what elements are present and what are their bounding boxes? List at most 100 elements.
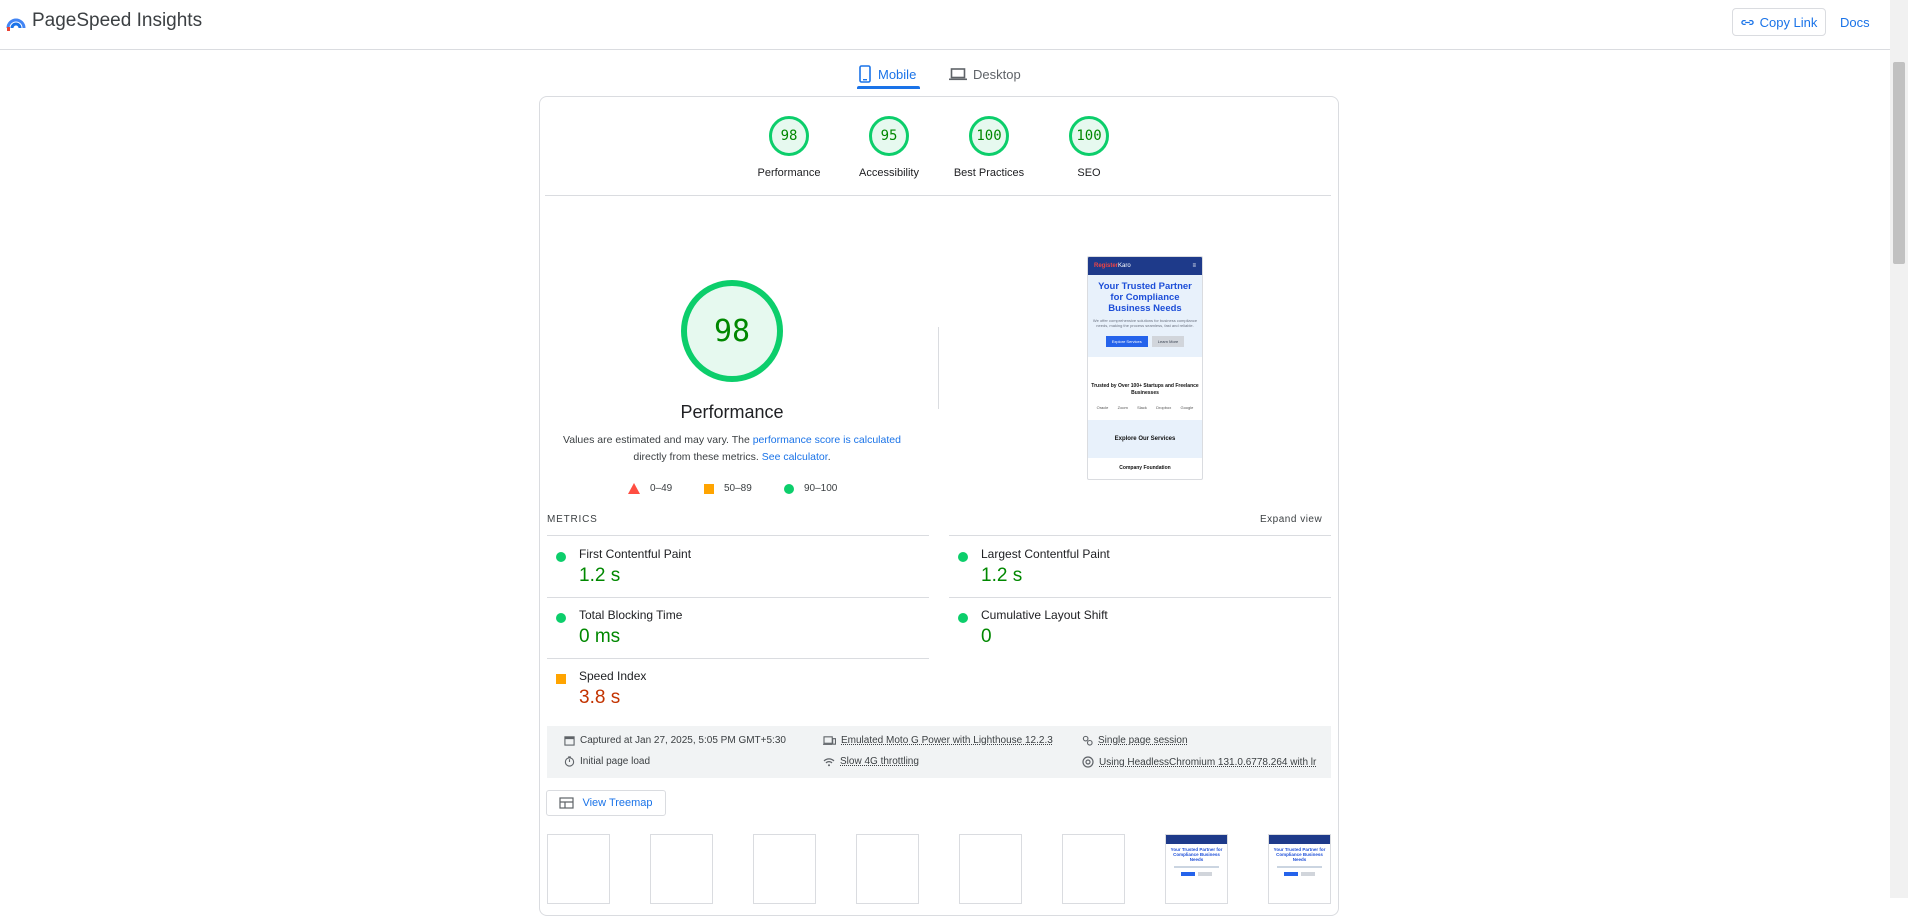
browser-text: Using HeadlessChromium 131.0.6778.264 wi… [1099, 756, 1317, 768]
divider [949, 535, 1331, 536]
category-score-gauge: 95 [869, 116, 909, 156]
screenshot-navbar: RegisterKaro ≡ [1088, 257, 1202, 275]
metric-value: 0 ms [579, 626, 621, 647]
pass-circle-icon [556, 552, 566, 562]
frame-heading: Your Trusted Partner for Compliance Busi… [1170, 847, 1223, 862]
screenshot-subtext: We offer comprehensive solutions for bus… [1092, 318, 1198, 328]
throttling-text: Slow 4G throttling [840, 756, 919, 767]
filmstrip-frame-rendered: Your Trusted Partner for Compliance Busi… [1268, 834, 1331, 904]
pass-circle-icon [958, 613, 968, 623]
fail-triangle-icon [628, 483, 640, 494]
category-label: Performance [757, 167, 821, 179]
chrome-icon [1082, 756, 1094, 768]
desc-text: . [827, 451, 831, 463]
metric-value: 3.8 s [579, 687, 621, 708]
screenshot-trusted: Trusted by Over 100+ Startups and Freela… [1091, 383, 1199, 396]
average-square-icon [704, 483, 714, 494]
device-text: Emulated Moto G Power with Lighthouse 12… [841, 735, 1053, 746]
runtime-device[interactable]: Emulated Moto G Power with Lighthouse 12… [823, 735, 1053, 746]
tab-desktop-label: Desktop [973, 66, 1021, 82]
performance-title: Performance [680, 402, 784, 422]
category-seo[interactable]: 100 SEO [1034, 116, 1144, 179]
legend-pass: 90–100 [784, 483, 837, 494]
legend-pass-label: 90–100 [804, 483, 838, 494]
runtime-load: Initial page load [564, 756, 650, 767]
runtime-throttling[interactable]: Slow 4G throttling [823, 756, 919, 767]
filmstrip-frame [856, 834, 919, 904]
screenshot-logos: Oracle Zoom Slack Dropbox Google [1096, 405, 1194, 410]
category-accessibility[interactable]: 95 Accessibility [834, 116, 944, 179]
timer-icon [564, 756, 575, 767]
filmstrip-frame-rendered: Your Trusted Partner for Compliance Busi… [1165, 834, 1228, 904]
calculator-link[interactable]: See calculator [762, 451, 828, 463]
pass-circle-icon [556, 613, 566, 623]
legend-fail: 0–49 [628, 483, 672, 494]
metric-name: Speed Index [579, 669, 647, 683]
filmstrip-frame [1062, 834, 1125, 904]
treemap-icon [559, 797, 575, 809]
brand-title[interactable]: PageSpeed Insights [32, 10, 202, 32]
menu-icon: ≡ [1192, 263, 1196, 269]
category-score-gauge: 100 [1069, 116, 1109, 156]
average-square-icon [556, 674, 566, 684]
metric-cls: Cumulative Layout Shift 0 [949, 607, 1309, 665]
tab-mobile-label: Mobile [878, 66, 917, 82]
copy-link-button[interactable]: Copy Link [1732, 8, 1826, 36]
metric-lcp: Largest Contentful Paint 1.2 s [949, 546, 1309, 604]
category-performance[interactable]: 98 Performance [734, 116, 844, 179]
screenshot-services: Explore Our Services [1088, 420, 1202, 458]
tab-mobile[interactable]: Mobile [858, 59, 916, 89]
link-icon [1740, 19, 1754, 25]
metric-fcp: First Contentful Paint 1.2 s [547, 546, 907, 604]
scrollbar[interactable] [1890, 0, 1908, 898]
screenshot-foundation: Company Foundation [1119, 465, 1171, 471]
tab-desktop[interactable]: Desktop [949, 59, 1021, 89]
expand-view-button[interactable]: Expand view [1260, 514, 1322, 525]
docs-link[interactable]: Docs [1840, 15, 1870, 30]
metric-name: Largest Contentful Paint [981, 547, 1110, 561]
scrollbar-thumb[interactable] [1893, 62, 1905, 264]
filmstrip-frame [650, 834, 713, 904]
session-icon [1082, 735, 1093, 746]
top-bar: PageSpeed Insights Copy Link Docs [0, 0, 1890, 50]
performance-description: Values are estimated and may vary. The p… [560, 432, 904, 466]
category-best-practices[interactable]: 100 Best Practices [934, 116, 1044, 179]
screenshot-secondary-button: Learn More [1151, 336, 1185, 347]
category-score-gauge: 98 [769, 116, 809, 156]
frame-heading: Your Trusted Partner for Compliance Busi… [1273, 847, 1326, 862]
divider [547, 597, 929, 598]
devices-icon [823, 736, 836, 745]
pagespeed-logo-icon[interactable] [6, 12, 26, 32]
divider [547, 535, 929, 536]
metric-speed-index: Speed Index 3.8 s [547, 668, 907, 726]
score-calculation-link[interactable]: performance score is calculated [753, 434, 901, 446]
pass-circle-icon [784, 483, 794, 494]
desc-text: Values are estimated and may vary. The [563, 434, 753, 446]
metric-name: Total Blocking Time [579, 608, 683, 622]
view-treemap-button[interactable]: View Treemap [546, 790, 666, 816]
copy-link-label: Copy Link [1759, 14, 1818, 30]
metric-tbt: Total Blocking Time 0 ms [547, 607, 907, 665]
runtime-captured: Captured at Jan 27, 2025, 5:05 PM GMT+5:… [564, 735, 786, 746]
performance-score-gauge: 98 [681, 280, 783, 382]
phone-icon [859, 65, 871, 83]
runtime-browser[interactable]: Using HeadlessChromium 131.0.6778.264 wi… [1082, 756, 1316, 768]
wifi-icon [823, 757, 835, 766]
legend-average-label: 50–89 [724, 483, 752, 494]
divider [949, 597, 1331, 598]
metric-name: Cumulative Layout Shift [981, 608, 1108, 622]
legend-fail-label: 0–49 [650, 483, 673, 494]
pass-circle-icon [958, 552, 968, 562]
vertical-divider [938, 327, 939, 409]
runtime-session[interactable]: Single page session [1082, 735, 1188, 746]
final-screenshot[interactable]: RegisterKaro ≡ Your Trusted Partner for … [1087, 256, 1203, 480]
runtime-settings [547, 726, 1331, 778]
captured-text: Captured at Jan 27, 2025, 5:05 PM GMT+5:… [580, 735, 786, 746]
metric-value: 1.2 s [981, 565, 1023, 586]
category-label: Accessibility [859, 167, 919, 179]
screenshot-heading: Your Trusted Partner for Compliance Busi… [1098, 281, 1192, 314]
metric-value: 1.2 s [579, 565, 621, 586]
session-text: Single page session [1098, 735, 1188, 746]
divider [545, 195, 1331, 196]
filmstrip-frame [959, 834, 1022, 904]
